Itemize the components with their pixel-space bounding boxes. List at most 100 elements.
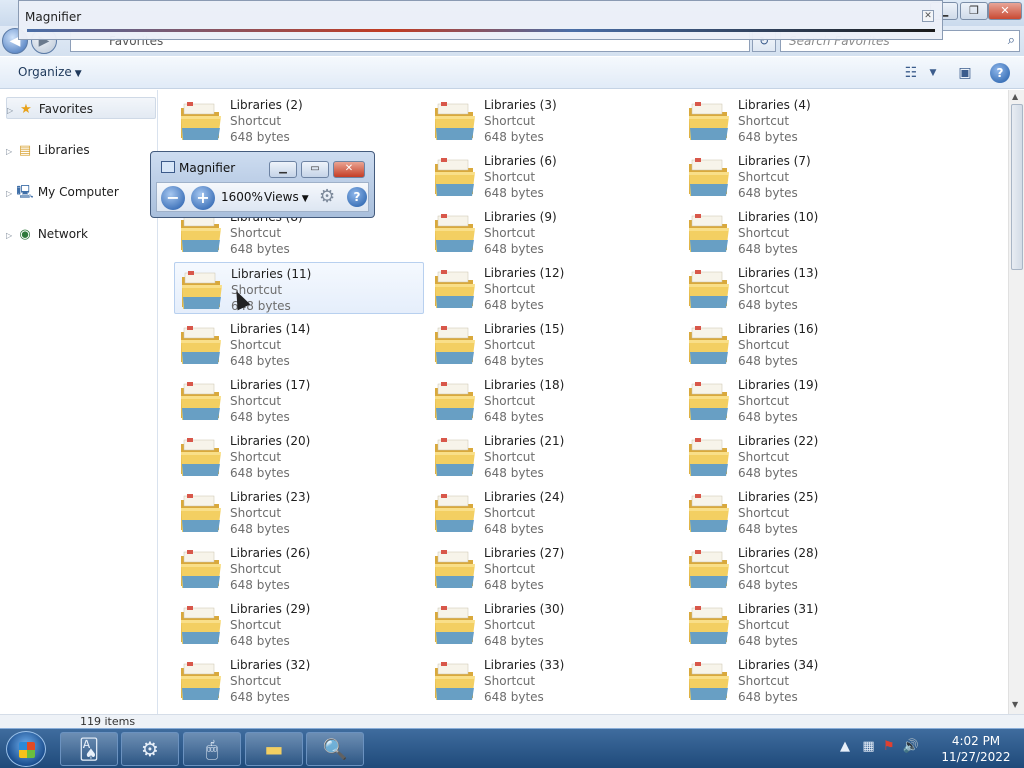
file-size: 648 bytes — [484, 242, 544, 256]
preview-pane-icon[interactable]: ▣ — [954, 63, 976, 83]
nav-item-my-computer[interactable]: ▷ 🖳 My Computer — [6, 181, 156, 203]
shortcut-folder-icon — [182, 271, 222, 309]
file-item[interactable]: Libraries (17) Shortcut 648 bytes — [174, 374, 424, 426]
magnifier-close-button[interactable]: ✕ — [333, 161, 365, 178]
file-item[interactable]: Libraries (23) Shortcut 648 bytes — [174, 486, 424, 538]
file-item[interactable]: Libraries (12) Shortcut 648 bytes — [428, 262, 678, 314]
expand-icon[interactable]: ▷ — [6, 183, 16, 205]
nav-item-label: Favorites — [38, 102, 94, 116]
taskbar-mouse[interactable]: 🖱 — [183, 732, 241, 766]
change-view-icon[interactable]: ☷ — [900, 63, 922, 83]
volume-icon[interactable]: 🔊 — [903, 739, 919, 754]
file-size: 648 bytes — [484, 466, 544, 480]
magnifier-help-icon[interactable]: ? — [347, 187, 367, 207]
status-bar: 119 items — [0, 714, 1024, 728]
views-dropdown[interactable]: Views ▼ — [264, 190, 309, 204]
action-center-icon[interactable]: ⚑ — [883, 739, 895, 754]
file-item[interactable]: Libraries (32) Shortcut 648 bytes — [174, 654, 424, 706]
file-name: Libraries (30) — [484, 602, 565, 616]
file-name: Libraries (7) — [738, 154, 811, 168]
file-size: 648 bytes — [738, 466, 798, 480]
search-icon[interactable]: ⌕ — [1008, 31, 1015, 51]
network-status-icon[interactable]: ▦ — [862, 739, 874, 754]
gear-icon[interactable]: ⚙ — [319, 186, 335, 207]
nav-item-label: Libraries — [37, 143, 90, 157]
file-item[interactable]: Libraries (10) Shortcut 648 bytes — [682, 206, 932, 258]
file-size: 648 bytes — [484, 522, 544, 536]
shortcut-folder-icon — [689, 662, 729, 700]
file-item[interactable]: Libraries (29) Shortcut 648 bytes — [174, 598, 424, 650]
file-item[interactable]: Libraries (14) Shortcut 648 bytes — [174, 318, 424, 370]
organize-button[interactable]: Organize ▼ — [18, 65, 82, 79]
file-item[interactable]: Libraries (25) Shortcut 648 bytes — [682, 486, 932, 538]
start-button[interactable] — [6, 731, 46, 767]
file-item[interactable]: Libraries (20) Shortcut 648 bytes — [174, 430, 424, 482]
magnifier-maximize-button[interactable]: ▭ — [301, 161, 329, 178]
file-item[interactable]: Libraries (18) Shortcut 648 bytes — [428, 374, 678, 426]
file-item[interactable]: Libraries (16) Shortcut 648 bytes — [682, 318, 932, 370]
file-size: 648 bytes — [484, 186, 544, 200]
file-item[interactable]: Libraries (19) Shortcut 648 bytes — [682, 374, 932, 426]
taskbar-solitaire[interactable]: 🂡 — [60, 732, 118, 766]
help-button[interactable]: ? — [990, 63, 1010, 83]
expand-icon[interactable]: ▷ — [6, 225, 16, 247]
magnifier-controls: − + 1600% Views ▼ ⚙ ? — [156, 182, 369, 212]
explorer-window: ▁ ❐ ✕ ◀ ▶ Favorites ↻ Search Favorites ⌕… — [0, 0, 1024, 728]
nav-item-libraries[interactable]: ▷ ▤ Libraries — [6, 139, 156, 161]
scroll-up-icon[interactable]: ▲ — [1012, 92, 1018, 101]
vertical-scrollbar[interactable]: ▲ ▼ — [1008, 90, 1024, 714]
magnifier-lens-bar: Magnifier ✕ — [18, 0, 943, 40]
file-size: 648 bytes — [230, 410, 290, 424]
file-item[interactable]: Libraries (27) Shortcut 648 bytes — [428, 542, 678, 594]
file-name: Libraries (12) — [484, 266, 565, 280]
shortcut-folder-icon — [181, 550, 221, 588]
file-item[interactable]: Libraries (7) Shortcut 648 bytes — [682, 150, 932, 202]
file-item[interactable]: Libraries (3) Shortcut 648 bytes — [428, 94, 678, 146]
file-item[interactable]: Libraries (13) Shortcut 648 bytes — [682, 262, 932, 314]
shortcut-folder-icon — [435, 382, 475, 420]
file-item[interactable]: Libraries (28) Shortcut 648 bytes — [682, 542, 932, 594]
scroll-thumb[interactable] — [1011, 104, 1023, 270]
taskbar-magnifier[interactable]: 🔍 — [306, 732, 364, 766]
file-item[interactable]: Libraries (15) Shortcut 648 bytes — [428, 318, 678, 370]
nav-item-network[interactable]: ▷ ◉ Network — [6, 223, 156, 245]
zoom-in-button[interactable]: + — [191, 186, 215, 210]
file-item[interactable]: Libraries (4) Shortcut 648 bytes — [682, 94, 932, 146]
file-size: 648 bytes — [484, 298, 544, 312]
magnifier-title: Magnifier — [161, 161, 235, 175]
file-item[interactable]: Libraries (34) Shortcut 648 bytes — [682, 654, 932, 706]
file-item[interactable]: Libraries (9) Shortcut 648 bytes — [428, 206, 678, 258]
file-item[interactable]: Libraries (31) Shortcut 648 bytes — [682, 598, 932, 650]
taskbar-explorer[interactable]: ▬ — [245, 732, 303, 766]
close-icon[interactable]: ✕ — [922, 10, 934, 22]
file-size: 648 bytes — [738, 634, 798, 648]
file-item[interactable]: Libraries (33) Shortcut 648 bytes — [428, 654, 678, 706]
file-name: Libraries (32) — [230, 658, 311, 672]
close-button[interactable]: ✕ — [988, 2, 1022, 20]
show-hidden-icons-icon[interactable]: ▲ — [840, 739, 850, 754]
expand-icon[interactable]: ▷ — [6, 141, 16, 163]
file-item[interactable]: Libraries (21) Shortcut 648 bytes — [428, 430, 678, 482]
scroll-down-icon[interactable]: ▼ — [1012, 700, 1018, 709]
file-item[interactable]: Libraries (30) Shortcut 648 bytes — [428, 598, 678, 650]
expand-icon[interactable]: ▷ — [7, 100, 17, 122]
taskbar-settings[interactable]: ⚙ — [121, 732, 179, 766]
file-name: Libraries (19) — [738, 378, 819, 392]
chevron-down-icon: ▼ — [74, 69, 82, 79]
file-item[interactable]: Libraries (6) Shortcut 648 bytes — [428, 150, 678, 202]
file-name: Libraries (28) — [738, 546, 819, 560]
clock[interactable]: 4:02 PM 11/27/2022 — [940, 733, 1012, 765]
file-item[interactable]: Libraries (11) Shortcut 648 bytes — [174, 262, 424, 314]
maximize-button[interactable]: ❐ — [960, 2, 988, 20]
chevron-down-icon: ▼ — [301, 194, 309, 204]
windows-logo-icon — [19, 742, 35, 758]
file-item[interactable]: Libraries (24) Shortcut 648 bytes — [428, 486, 678, 538]
file-item[interactable]: Libraries (22) Shortcut 648 bytes — [682, 430, 932, 482]
view-menu-chevron-icon[interactable]: ▼ — [922, 63, 944, 83]
file-item[interactable]: Libraries (2) Shortcut 648 bytes — [174, 94, 424, 146]
nav-item-favorites[interactable]: ▷ ★ Favorites — [6, 97, 156, 119]
magnifier-minimize-button[interactable]: ▁ — [269, 161, 297, 178]
file-item[interactable]: Libraries (26) Shortcut 648 bytes — [174, 542, 424, 594]
file-type: Shortcut — [230, 674, 282, 688]
zoom-out-button[interactable]: − — [161, 186, 185, 210]
